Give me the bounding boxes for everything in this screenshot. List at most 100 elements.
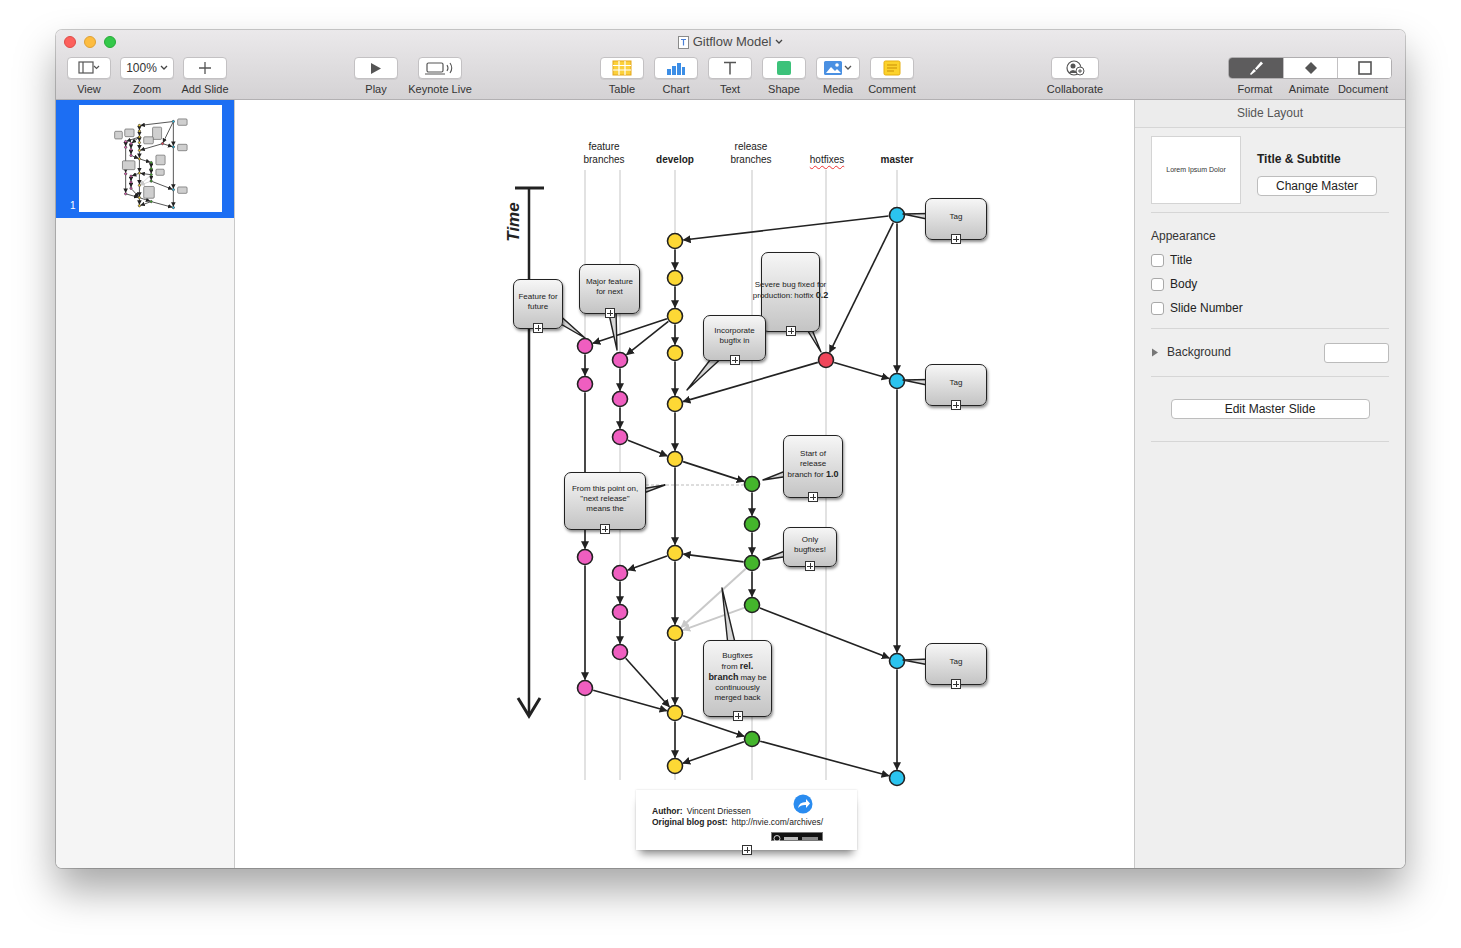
zoom-tool[interactable]: 100%Zoom xyxy=(118,57,176,96)
commit-node[interactable] xyxy=(668,452,683,467)
commit-node[interactable] xyxy=(668,626,683,641)
add-tool[interactable]: Add Slide xyxy=(176,57,234,96)
commit-node[interactable] xyxy=(819,353,834,368)
overflow-indicator[interactable] xyxy=(600,524,610,534)
appearance-option[interactable]: Slide Number xyxy=(1151,296,1389,320)
checkbox[interactable] xyxy=(1151,254,1164,267)
commit-node[interactable] xyxy=(668,309,683,324)
overflow-indicator[interactable] xyxy=(805,561,815,571)
chart-tool[interactable]: Chart xyxy=(649,57,703,96)
overflow-indicator[interactable] xyxy=(730,355,740,365)
credits-box[interactable]: Author:Vincent DriessenOriginal blog pos… xyxy=(636,790,857,850)
callout[interactable]: Severe bug fixed for production:hotfix0.… xyxy=(761,252,820,332)
callout[interactable]: Tag xyxy=(925,364,987,406)
format-tab[interactable] xyxy=(1229,58,1283,78)
text-button[interactable] xyxy=(708,57,752,79)
close-button[interactable] xyxy=(64,36,76,48)
document-tab[interactable] xyxy=(1337,58,1391,78)
checkbox[interactable] xyxy=(1151,302,1164,315)
comment-tool[interactable]: Comment xyxy=(865,57,919,96)
chart-button[interactable] xyxy=(654,57,698,79)
minimize-button[interactable] xyxy=(84,36,96,48)
commit-node[interactable] xyxy=(613,645,628,660)
commit-node[interactable] xyxy=(745,556,760,571)
callout[interactable]: Incorporate bugfix in xyxy=(703,315,766,361)
overflow-indicator[interactable] xyxy=(951,400,961,410)
edit-master-button[interactable]: Edit Master Slide xyxy=(1171,399,1370,419)
commit-node[interactable] xyxy=(613,566,628,581)
commit-node[interactable] xyxy=(668,706,683,721)
commit-node[interactable] xyxy=(613,392,628,407)
overflow-indicator[interactable] xyxy=(742,845,752,855)
branch-header[interactable]: feature branches xyxy=(572,141,636,166)
commit-node[interactable] xyxy=(578,339,593,354)
commit-node[interactable] xyxy=(745,517,760,532)
appearance-option[interactable]: Title xyxy=(1151,248,1389,272)
commit-node[interactable] xyxy=(668,759,683,774)
add-button[interactable] xyxy=(183,57,227,79)
shape-button[interactable] xyxy=(762,57,806,79)
overflow-indicator[interactable] xyxy=(733,711,743,721)
slide-item[interactable]: 1 xyxy=(56,100,234,218)
callout[interactable]: Only bugfixes! xyxy=(783,527,837,567)
commit-node[interactable] xyxy=(578,681,593,696)
commit-node[interactable] xyxy=(890,374,905,389)
commit-node[interactable] xyxy=(578,550,593,565)
commit-node[interactable] xyxy=(668,234,683,249)
view-button[interactable] xyxy=(67,57,111,79)
branch-header[interactable]: hotfixes xyxy=(795,154,859,167)
background-toggle[interactable]: Background xyxy=(1151,345,1231,360)
overflow-indicator[interactable] xyxy=(786,326,796,336)
overflow-indicator[interactable] xyxy=(605,308,615,318)
branch-header[interactable]: release branches xyxy=(719,141,783,166)
callout[interactable]: Feature for future xyxy=(513,279,563,329)
play-tool[interactable]: Play xyxy=(344,57,408,96)
branch-header[interactable]: develop xyxy=(643,154,707,167)
animate-tab[interactable] xyxy=(1283,58,1337,78)
commit-node[interactable] xyxy=(890,654,905,669)
live-tool[interactable]: Keynote Live xyxy=(408,57,472,96)
appearance-option[interactable]: Body xyxy=(1151,272,1389,296)
zoom-button[interactable] xyxy=(104,36,116,48)
comment-button[interactable] xyxy=(870,57,914,79)
commit-node[interactable] xyxy=(668,546,683,561)
commit-node[interactable] xyxy=(668,271,683,286)
play-button[interactable] xyxy=(354,57,398,79)
window-title[interactable]: Gitflow Model xyxy=(678,32,784,52)
commit-node[interactable] xyxy=(745,732,760,747)
table-button[interactable] xyxy=(600,57,644,79)
change-master-button[interactable]: Change Master xyxy=(1257,176,1377,196)
layout-preview[interactable]: Lorem Ipsum Dolor xyxy=(1151,136,1241,204)
commit-node[interactable] xyxy=(890,208,905,223)
slide-thumbnail[interactable] xyxy=(79,105,222,212)
callout[interactable]: Bugfixes fromrel. branchmay be continuou… xyxy=(703,640,772,717)
collaborate-tool[interactable]: Collaborate xyxy=(1040,57,1110,96)
branch-header[interactable]: master xyxy=(865,154,929,167)
overflow-indicator[interactable] xyxy=(808,492,818,502)
media-button[interactable] xyxy=(816,57,860,79)
commit-node[interactable] xyxy=(578,377,593,392)
commit-node[interactable] xyxy=(613,353,628,368)
overflow-indicator[interactable] xyxy=(951,234,961,244)
view-tool[interactable]: View xyxy=(60,57,118,96)
commit-node[interactable] xyxy=(613,430,628,445)
callout[interactable]: From this point on, "next release" means… xyxy=(564,472,646,530)
callout[interactable]: Start of release branch for1.0 xyxy=(783,435,843,498)
background-color-well[interactable] xyxy=(1324,343,1389,363)
callout[interactable]: Tag xyxy=(925,643,987,685)
overflow-indicator[interactable] xyxy=(533,323,543,333)
collaborate-button[interactable] xyxy=(1051,57,1099,79)
checkbox[interactable] xyxy=(1151,278,1164,291)
overflow-indicator[interactable] xyxy=(951,679,961,689)
commit-node[interactable] xyxy=(668,397,683,412)
commit-node[interactable] xyxy=(613,605,628,620)
blog-link[interactable]: http://nvie.com/archives/ xyxy=(732,817,824,827)
media-tool[interactable]: Media xyxy=(811,57,865,96)
commit-node[interactable] xyxy=(745,477,760,492)
text-tool[interactable]: Text xyxy=(703,57,757,96)
commit-node[interactable] xyxy=(890,771,905,786)
commit-node[interactable] xyxy=(668,346,683,361)
callout[interactable]: Major feature for next xyxy=(579,264,640,314)
callout[interactable]: Tag xyxy=(925,198,987,240)
zoom-button[interactable]: 100% xyxy=(120,57,174,79)
